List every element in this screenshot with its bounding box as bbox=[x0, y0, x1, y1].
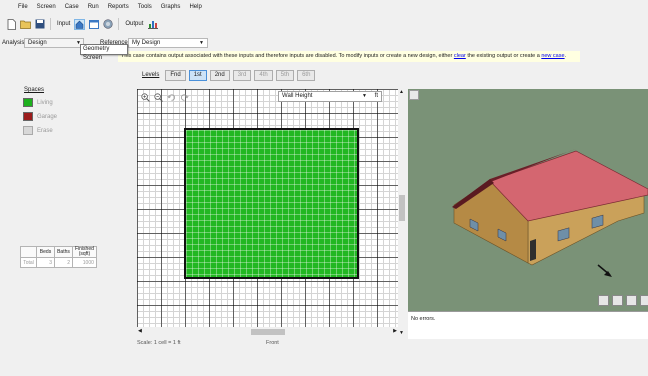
input-label: Input bbox=[57, 21, 71, 27]
open-folder-icon[interactable] bbox=[20, 19, 31, 30]
summary-table: Beds Baths Finished (sqft) Total 3 2 100… bbox=[20, 246, 97, 268]
menu-file[interactable]: File bbox=[18, 4, 28, 10]
menu-graphs[interactable]: Graphs bbox=[161, 4, 181, 10]
analysis-select[interactable]: Design ▼ bbox=[24, 38, 84, 48]
bar-chart-icon[interactable] bbox=[147, 19, 158, 30]
toolbar-separator bbox=[118, 18, 120, 30]
toolbar: Input Output bbox=[0, 14, 648, 34]
toolbar-separator bbox=[50, 18, 51, 30]
level-foundation-button[interactable]: Fnd bbox=[165, 69, 186, 81]
menu-case[interactable]: Case bbox=[65, 4, 79, 10]
globe-icon[interactable] bbox=[102, 19, 113, 30]
menu-help[interactable]: Help bbox=[189, 4, 201, 10]
levels-label: Levels bbox=[142, 72, 160, 78]
menu-screen[interactable]: Screen bbox=[37, 4, 56, 10]
spaces-panel: Spaces Living Garage Erase bbox=[0, 84, 133, 346]
space-item-erase[interactable]: Erase bbox=[23, 126, 53, 135]
spaces-title: Spaces bbox=[24, 87, 45, 93]
table-header: Finished (sqft) bbox=[72, 246, 97, 258]
disabled-inputs-notice: This case contains output associated wit… bbox=[118, 51, 580, 62]
level-2nd-button[interactable]: 2nd bbox=[209, 69, 230, 81]
wall-height-unit: ft bbox=[374, 93, 378, 99]
reference-select[interactable]: My Design ▼ bbox=[128, 38, 208, 48]
notice-text-start: This case contains output associated wit… bbox=[121, 53, 453, 59]
scroll-thumb[interactable] bbox=[251, 329, 285, 335]
scroll-down-icon[interactable]: ▼ bbox=[399, 330, 404, 336]
total-beds: 3 bbox=[36, 257, 55, 268]
front-label: Front bbox=[266, 340, 279, 346]
level-6th-button[interactable]: 6th bbox=[297, 69, 316, 81]
total-label: Total bbox=[20, 257, 37, 268]
table-header bbox=[20, 246, 37, 258]
save-icon[interactable] bbox=[34, 19, 45, 30]
menu-run[interactable]: Run bbox=[88, 4, 99, 10]
house-3d-model bbox=[452, 149, 648, 277]
scroll-up-icon[interactable]: ▲ bbox=[399, 89, 404, 95]
table-header: Baths bbox=[54, 246, 73, 258]
scroll-thumb[interactable] bbox=[399, 195, 405, 221]
geometry-screen-tooltip: Geometry Screen bbox=[80, 44, 128, 61]
canvas-tools bbox=[140, 92, 189, 102]
analysis-value: Design bbox=[28, 40, 47, 46]
preview-controls bbox=[598, 295, 648, 306]
table-header: Beds bbox=[36, 246, 55, 258]
canvas-horizontal-scrollbar[interactable]: ◀ ▶ bbox=[137, 328, 398, 336]
total-sqft: 1000 bbox=[72, 257, 97, 268]
scroll-right-icon[interactable]: ▶ bbox=[393, 328, 397, 334]
level-4th-button[interactable]: 4th bbox=[254, 69, 273, 81]
wall-height-select[interactable]: Wall Height ▼ ft bbox=[278, 91, 382, 102]
table-header-row: Beds Baths Finished (sqft) bbox=[20, 246, 97, 258]
new-case-link[interactable]: new case bbox=[541, 53, 564, 59]
space-item-living[interactable]: Living bbox=[23, 98, 53, 107]
redo-icon[interactable] bbox=[179, 92, 189, 102]
chevron-down-icon: ▼ bbox=[362, 93, 367, 99]
living-space-floorplan[interactable] bbox=[184, 128, 359, 279]
living-swatch bbox=[23, 98, 33, 107]
new-file-icon[interactable] bbox=[6, 18, 17, 30]
space-label-living: Living bbox=[37, 99, 53, 106]
geometry-screen-icon[interactable] bbox=[74, 18, 86, 30]
menu-bar: File Screen Case Run Reports Tools Graph… bbox=[0, 0, 648, 13]
space-label-erase: Erase bbox=[37, 127, 53, 134]
view-top-icon[interactable] bbox=[626, 295, 637, 306]
canvas-vertical-scrollbar[interactable]: ▲ ▼ bbox=[398, 89, 406, 339]
erase-swatch bbox=[23, 126, 33, 135]
level-1st-button[interactable]: 1st bbox=[188, 69, 207, 81]
space-label-garage: Garage bbox=[37, 113, 58, 120]
level-5th-button[interactable]: 5th bbox=[275, 69, 295, 81]
reference-value: My Design bbox=[132, 40, 161, 46]
menu-tools[interactable]: Tools bbox=[138, 4, 152, 10]
geometry-canvas[interactable] bbox=[137, 89, 398, 327]
wall-height-value: Wall Height bbox=[282, 93, 313, 99]
clear-output-link[interactable]: clear bbox=[454, 53, 466, 59]
view3d-options-icon[interactable] bbox=[409, 90, 419, 100]
scale-label: Scale: 1 cell = 1 ft bbox=[137, 340, 181, 346]
house-3d-preview[interactable] bbox=[408, 89, 648, 311]
notice-text-end: . bbox=[564, 53, 567, 59]
view-side-icon[interactable] bbox=[612, 295, 623, 306]
menu-reports[interactable]: Reports bbox=[108, 4, 129, 10]
output-label: Output bbox=[125, 21, 144, 27]
window-screen-icon[interactable] bbox=[88, 19, 99, 30]
levels-bar: Levels Fnd 1st 2nd 3rd 4th 5th 6th bbox=[142, 69, 316, 81]
errors-panel: No errors. bbox=[408, 311, 648, 339]
analysis-label: Analysis: bbox=[2, 40, 27, 46]
chevron-down-icon: ▼ bbox=[199, 40, 204, 46]
space-item-garage[interactable]: Garage bbox=[23, 112, 57, 121]
zoom-in-icon[interactable] bbox=[140, 92, 150, 102]
view-rotate-icon[interactable] bbox=[640, 295, 648, 306]
table-row: Total 3 2 1000 bbox=[20, 257, 97, 268]
undo-icon[interactable] bbox=[166, 92, 176, 102]
view-front-icon[interactable] bbox=[598, 295, 609, 306]
garage-swatch bbox=[23, 112, 33, 121]
total-baths: 2 bbox=[54, 257, 73, 268]
scroll-left-icon[interactable]: ◀ bbox=[138, 328, 142, 334]
zoom-out-icon[interactable] bbox=[153, 92, 163, 102]
notice-text-middle: the existing output or create a bbox=[467, 53, 540, 59]
status-bar bbox=[0, 350, 648, 376]
level-3rd-button[interactable]: 3rd bbox=[232, 69, 252, 81]
